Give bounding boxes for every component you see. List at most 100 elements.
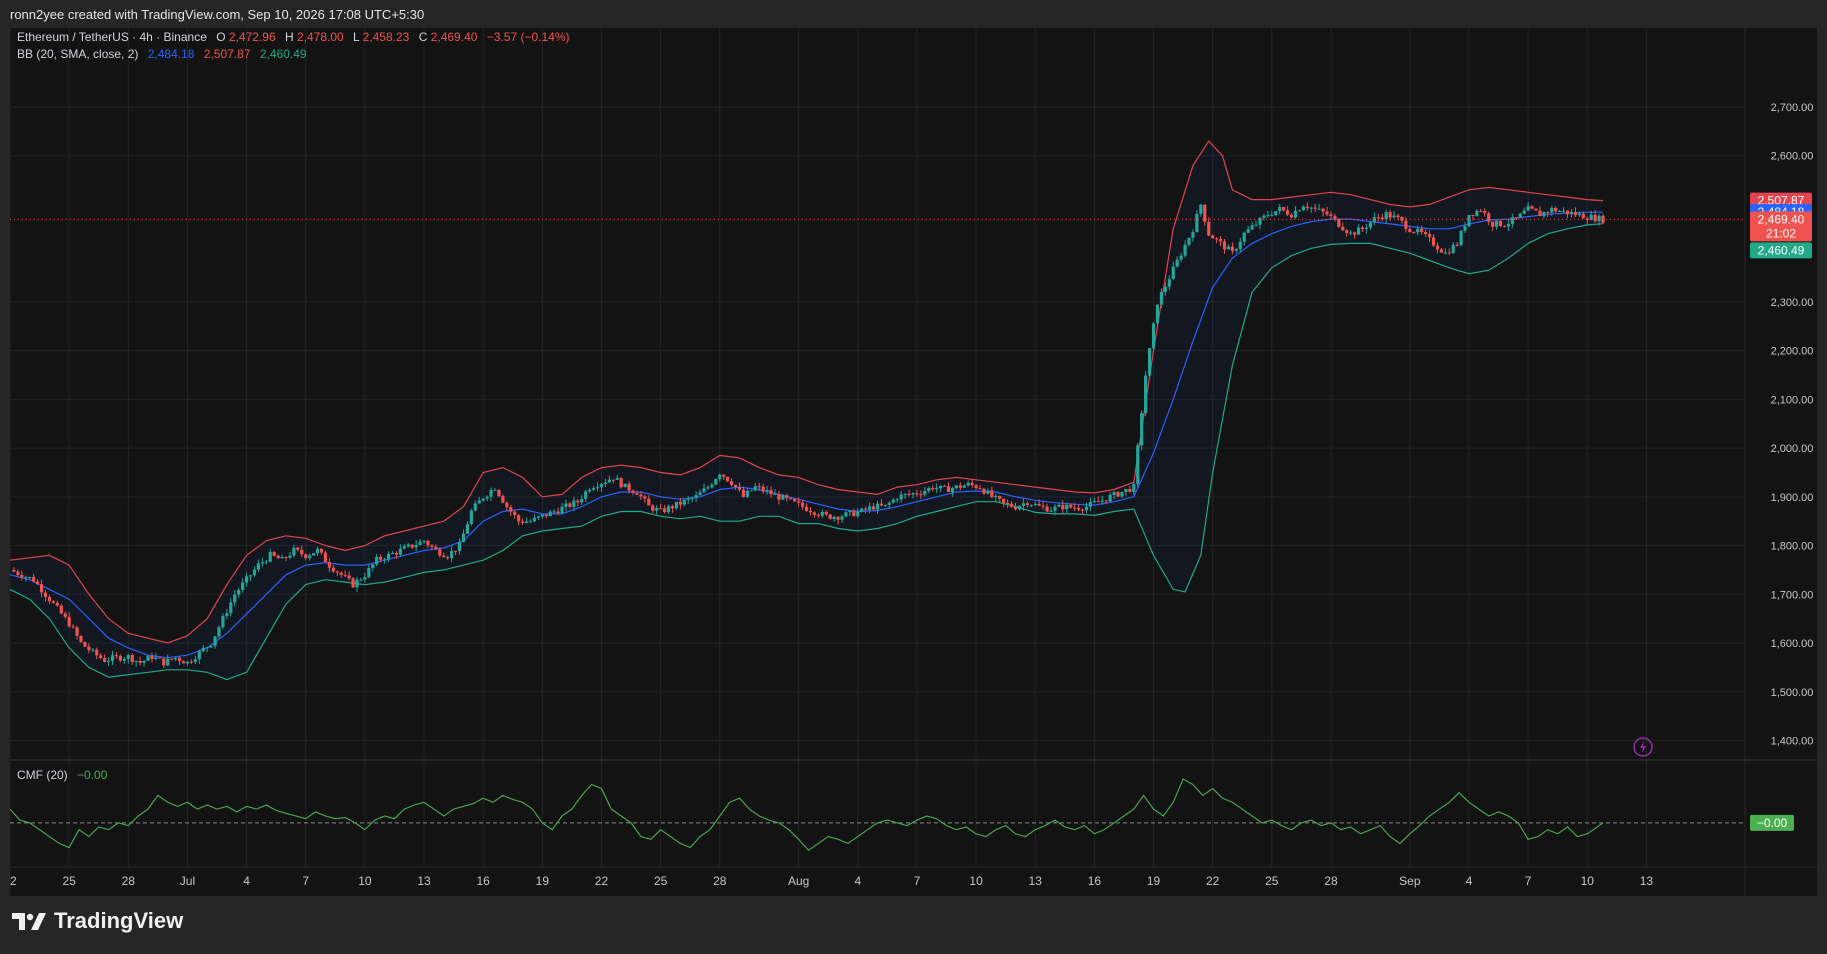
candle-body xyxy=(860,508,864,512)
candle-body xyxy=(106,660,111,662)
candle-body xyxy=(91,649,95,651)
chart-area[interactable]: 1,400.00 1,500.00 1,600.00 1,700.00 1,800.00… xyxy=(10,28,1817,896)
candle-body xyxy=(122,658,126,661)
candle-body xyxy=(1226,246,1231,250)
candle-body xyxy=(1041,505,1045,507)
candle-body xyxy=(1009,503,1014,507)
candle-body xyxy=(1104,500,1108,502)
candle-body xyxy=(1144,375,1148,414)
candle-body xyxy=(552,511,556,513)
candle-body xyxy=(1412,231,1416,233)
candle-body xyxy=(797,501,801,503)
candle-body xyxy=(864,508,868,510)
legend-o-label: O xyxy=(216,30,225,44)
tradingview-logo[interactable]: TradingView xyxy=(12,908,183,934)
candle-body xyxy=(1384,212,1388,220)
candle-body xyxy=(1349,232,1353,234)
candle-body xyxy=(1159,291,1164,305)
price-tick: 2,000.00 xyxy=(1771,443,1814,455)
candle-body xyxy=(919,494,923,496)
candle-body xyxy=(1455,244,1459,246)
candle-body xyxy=(942,485,947,487)
candle-body xyxy=(879,503,884,506)
candle-body xyxy=(1289,214,1294,218)
candle-body xyxy=(1494,220,1499,227)
candle-body xyxy=(339,572,343,575)
candle-body xyxy=(1593,214,1597,222)
candle-body xyxy=(1333,216,1337,219)
candle-body xyxy=(1163,286,1167,292)
candle-body xyxy=(982,488,986,494)
candle-body xyxy=(1147,348,1152,376)
candle-body xyxy=(694,495,698,499)
candle-body xyxy=(1179,255,1183,260)
chart-background xyxy=(10,28,1817,896)
candle-body xyxy=(103,657,107,662)
candle-body xyxy=(848,510,852,513)
candle-body xyxy=(907,493,911,495)
candle-body xyxy=(1471,214,1475,216)
candle-body xyxy=(1053,506,1057,511)
candle-body xyxy=(820,511,824,516)
candle-body xyxy=(1463,226,1467,231)
candle-body xyxy=(714,479,718,485)
candle-body xyxy=(1246,229,1250,233)
candle-body xyxy=(142,660,146,663)
candle-body xyxy=(154,657,158,660)
candle-body xyxy=(1057,504,1061,507)
candle-body xyxy=(473,503,477,511)
candle-body xyxy=(548,511,552,517)
price-tick: 2,100.00 xyxy=(1771,394,1814,406)
candle-body xyxy=(292,547,296,556)
candle-body xyxy=(990,490,994,498)
candle-body xyxy=(1522,210,1526,214)
candle-body xyxy=(79,635,83,642)
candle-body xyxy=(1183,244,1187,256)
candle-body xyxy=(327,562,331,568)
candle-body xyxy=(1077,508,1081,510)
time-tick: 19 xyxy=(1147,874,1161,888)
candle-body xyxy=(1242,232,1246,242)
candle-body xyxy=(998,495,1002,499)
candle-body xyxy=(59,605,63,614)
candle-body xyxy=(875,503,880,510)
candle-body xyxy=(777,493,781,500)
candle-body xyxy=(1467,214,1471,227)
candle-body xyxy=(1447,252,1451,254)
candle-body xyxy=(241,582,245,591)
candle-body xyxy=(162,658,166,666)
time-tick: 16 xyxy=(1088,874,1102,888)
candle-body xyxy=(726,476,730,482)
tradingview-logo-icon xyxy=(12,913,46,930)
candle-body xyxy=(1479,210,1483,212)
candle-body xyxy=(1215,238,1219,240)
candle-body xyxy=(737,487,742,490)
candle-body xyxy=(1427,234,1432,238)
candle-body xyxy=(627,483,631,491)
cmf-tag-text: −0.00 xyxy=(1757,816,1788,830)
candle-body xyxy=(1073,507,1077,509)
candle-body xyxy=(938,485,943,489)
legend-l-label: L xyxy=(353,30,360,44)
candle-body xyxy=(1061,504,1065,510)
candle-body xyxy=(138,660,142,663)
price-tick: 1,900.00 xyxy=(1771,492,1814,504)
candle-body xyxy=(1321,208,1325,212)
candle-body xyxy=(1392,215,1396,218)
candle-body xyxy=(1443,252,1447,254)
candle-body xyxy=(1128,489,1132,492)
candle-body xyxy=(666,506,671,513)
candle-body xyxy=(16,571,20,575)
candle-body xyxy=(730,481,734,485)
price-tick: 1,500.00 xyxy=(1771,687,1814,699)
candle-body xyxy=(1404,220,1408,229)
candle-body xyxy=(903,493,907,495)
price-tick: 2,600.00 xyxy=(1771,151,1814,163)
candle-body xyxy=(386,553,391,560)
candle-body xyxy=(986,490,990,494)
candle-body xyxy=(1293,210,1298,218)
legend-bb: BB (20, SMA, close, 2) 2,484.18 2,507.87… xyxy=(17,47,307,61)
candle-body xyxy=(1222,241,1227,250)
candle-body xyxy=(394,552,399,555)
candle-body xyxy=(1431,237,1436,246)
